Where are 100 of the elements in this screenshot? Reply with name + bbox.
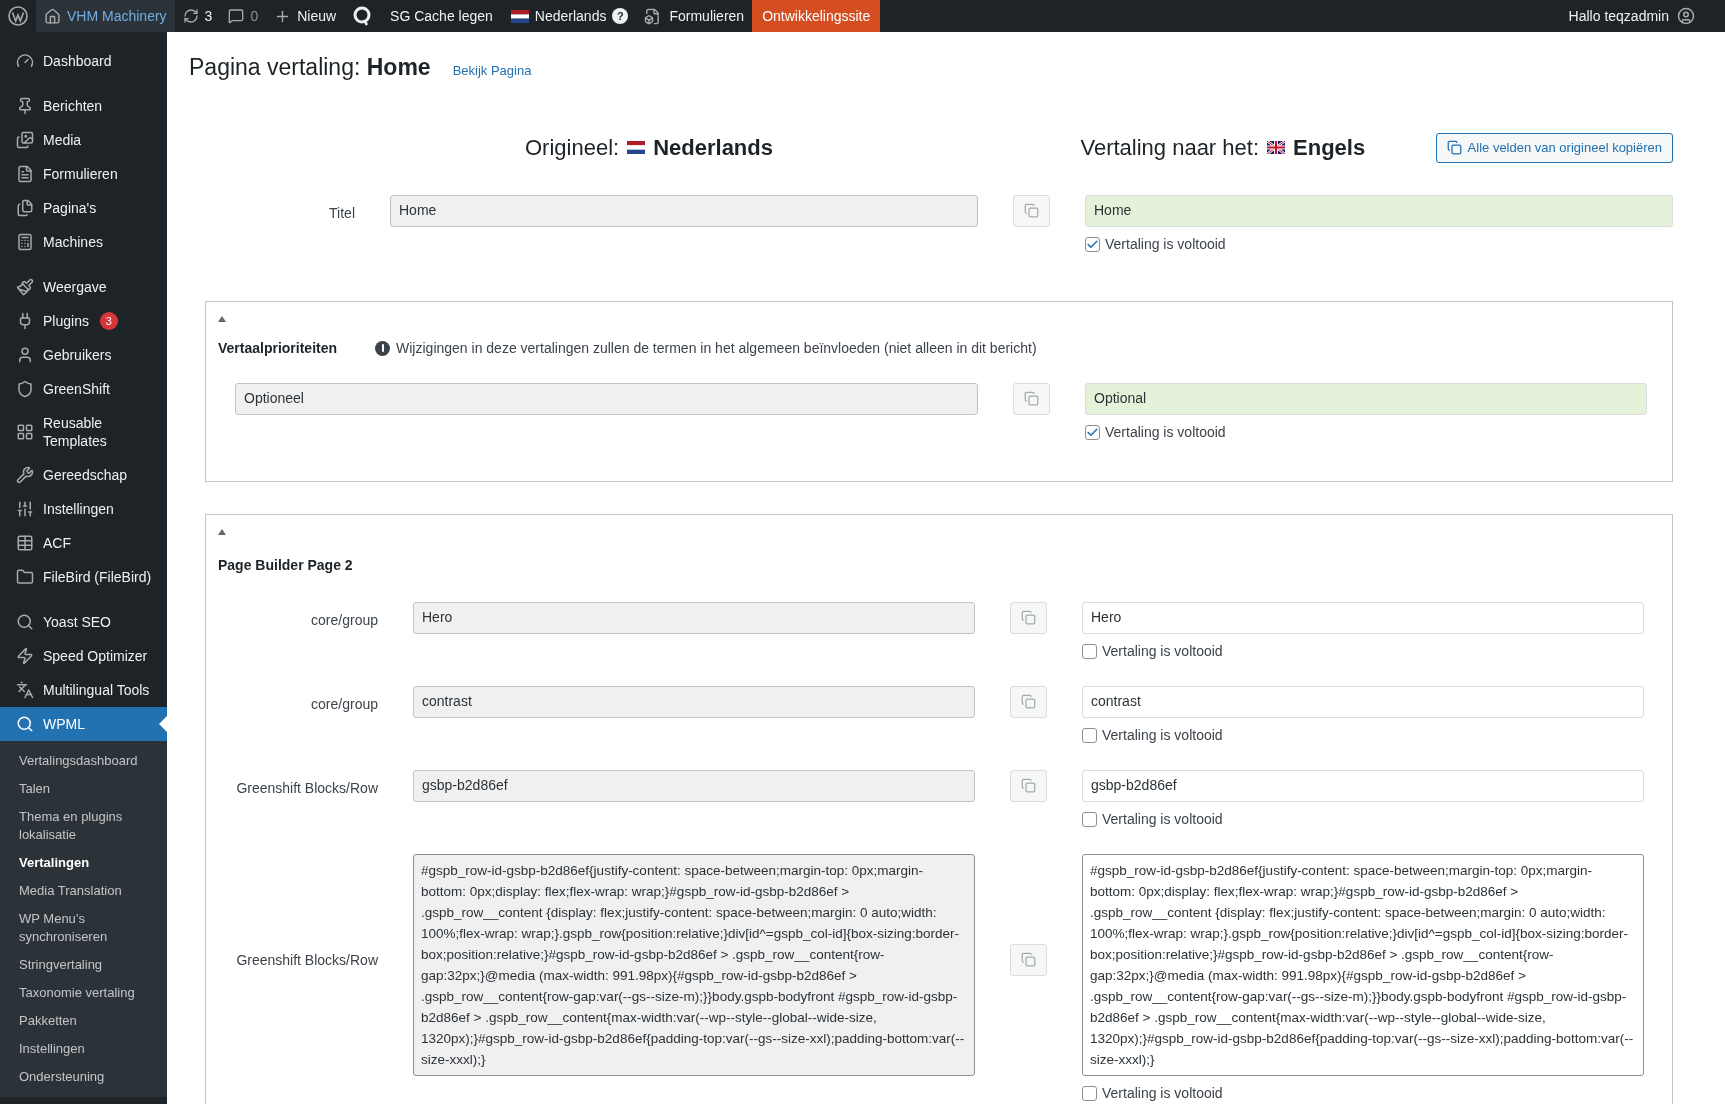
menu-item[interactable]: Speed Optimizer: [0, 639, 167, 673]
submenu-item[interactable]: Talen: [0, 775, 167, 803]
submenu-item[interactable]: Media Translation: [0, 877, 167, 905]
translation-field[interactable]: contrast: [1082, 685, 1644, 718]
table-icon: [16, 534, 34, 552]
shield-icon: [16, 380, 34, 398]
menu-item[interactable]: Media: [0, 123, 167, 157]
images-icon: [16, 131, 34, 149]
copy-button[interactable]: [1013, 194, 1050, 227]
submenu-item[interactable]: Vertalingsdashboard: [0, 747, 167, 775]
copy-button[interactable]: [1010, 601, 1047, 634]
section-title: Vertaalprioriteiten: [218, 338, 338, 358]
menu-item[interactable]: Machines: [0, 225, 167, 259]
menu-item[interactable]: Multilingual Tools: [0, 673, 167, 707]
translation-language-label: Vertaling naar het:: [1080, 134, 1259, 162]
view-page-link[interactable]: Bekijk Pagina: [452, 61, 532, 81]
languages-icon: [16, 681, 34, 699]
menu-item[interactable]: Pagina's: [0, 191, 167, 225]
wrench-icon: [16, 466, 34, 484]
language-switcher[interactable]: Nederlands ?: [502, 0, 637, 32]
checkbox[interactable]: [1082, 811, 1097, 827]
account-link[interactable]: Hallo teqzadmin: [1558, 0, 1705, 32]
submenu-item[interactable]: Thema en plugins lokalisatie: [0, 803, 167, 849]
menu-item[interactable]: ACF: [0, 526, 167, 560]
menu-item[interactable]: GreenShift: [0, 372, 167, 406]
document-icon: [16, 165, 34, 183]
check-icon: [1086, 237, 1099, 251]
submenu-item[interactable]: Pakketten: [0, 1007, 167, 1035]
pages-icon: [16, 199, 34, 217]
checkbox[interactable]: [1082, 643, 1097, 659]
copy-all-button[interactable]: Alle velden van origineel kopiëren: [1435, 132, 1673, 163]
original-textarea[interactable]: #gspb_row-id-gsbp-b2d86ef{justify-content: space-between;margin-top: 0px;margin-bottom: 0px;display: flex;flex-wrap: wrap;}#gspb_row-id-gsbp-b2d86ef > .gspb_row__content {display: flex;justify-content: space-between;margin: 0 auto;width: 100%;flex-wrap: wrap;}.gspb_row{position:relative;}div[id^=gspb_col-id]{box-sizing:border-box;position:relative;}#gspb_row-id-gsbp-b2d86ef > .gspb_row__content{row-gap:32px;}@media (max-width: 991.98px){#gspb_row-id-gsbp-b2d86ef > .gspb_row__content{row-gap:var(--gs--size-m);}}body.gspb-bodyfront #gspb_row-id-gsbp-b2d86ef > .gspb_row__content{max-width:var(--wp--style--global--wide-size, 1320px);}#gspb_row-id-gsbp-b2d86ef{padding-top:var(--gs--size-xxl);padding-bottom:var(--size-xxxl);}: [413, 853, 975, 1076]
forms-link[interactable]: Formulieren: [636, 0, 753, 32]
uk-flag-icon: [1267, 141, 1285, 154]
avatar-icon: [1677, 7, 1695, 25]
info-icon: [375, 340, 391, 356]
search-icon: [16, 715, 34, 733]
help-badge: ?: [612, 8, 629, 24]
original-field[interactable]: Hero: [413, 601, 975, 634]
checkbox-label: Vertaling is voltooid: [1105, 422, 1226, 442]
translation-field[interactable]: Hero: [1082, 601, 1644, 634]
count-badge: 3: [99, 312, 118, 330]
checkbox[interactable]: [1082, 1085, 1097, 1101]
field-label: Greenshift Blocks/Row: [236, 779, 378, 796]
menu-item[interactable]: Gereedschap: [0, 458, 167, 492]
submenu-item[interactable]: Taxonomie vertaling: [0, 979, 167, 1007]
translation-field[interactable]: Optional: [1085, 382, 1647, 415]
submenu-item[interactable]: Ondersteuning: [0, 1063, 167, 1091]
collapse-triangle-icon[interactable]: [218, 528, 226, 535]
original-field[interactable]: contrast: [413, 685, 975, 718]
menu-item[interactable]: FileBird (FileBird): [0, 560, 167, 594]
original-field[interactable]: Home: [390, 194, 978, 227]
submenu-item[interactable]: Stringvertaling: [0, 951, 167, 979]
updates-link[interactable]: 3: [174, 0, 221, 32]
copy-button[interactable]: [1010, 943, 1047, 976]
submenu-item[interactable]: Instellingen: [0, 1035, 167, 1063]
copy-icon: [1024, 203, 1039, 218]
original-field[interactable]: gsbp-b2d86ef: [413, 769, 975, 802]
menu-item[interactable]: Plugins 3: [0, 304, 167, 338]
checkbox[interactable]: [1085, 424, 1100, 440]
translation-field[interactable]: Home: [1085, 194, 1673, 227]
menu-item[interactable]: Yoast SEO: [0, 605, 167, 639]
menu-item[interactable]: Weergave: [0, 270, 167, 304]
menu-item[interactable]: Reusable Templates: [0, 406, 167, 458]
new-link[interactable]: Nieuw: [266, 0, 345, 32]
collapse-triangle-icon[interactable]: [218, 315, 226, 322]
notice-text: Wijzigingen in deze vertalingen zullen de termen in het algemeen beïnvloeden (niet alleen in dit bericht): [396, 338, 1037, 358]
checkbox[interactable]: [1082, 727, 1097, 743]
dutch-flag-icon: [627, 141, 646, 154]
menu-item[interactable]: Berichten: [0, 89, 167, 123]
copy-icon: [1021, 610, 1036, 625]
calculator-icon: [16, 233, 34, 251]
copy-button[interactable]: [1010, 685, 1047, 718]
translation-textarea[interactable]: #gspb_row-id-gsbp-b2d86ef{justify-content: space-between;margin-top: 0px;margin-bottom: 0px;display: flex;flex-wrap: wrap;}#gspb_row-id-gsbp-b2d86ef > .gspb_row__content {display: flex;justify-content: space-between;margin: 0 auto;width: 100%;flex-wrap: wrap;}.gspb_row{position:relative;}div[id^=gspb_col-id]{box-sizing:border-box;position:relative;}#gspb_row-id-gsbp-b2d86ef > .gspb_row__content{row-gap:32px;}@media (max-width: 991.98px){#gspb_row-id-gsbp-b2d86ef > .gspb_row__content{row-gap:var(--gs--size-m);}}body.gspb-bodyfront #gspb_row-id-gsbp-b2d86ef > .gspb_row__content{max-width:var(--wp--style--global--wide-size, 1320px);}#gspb_row-id-gsbp-b2d86ef{padding-top:var(--gs--size-xxl);padding-bottom:var(--size-xxxl);}: [1082, 853, 1644, 1076]
menu-item[interactable]: WPML: [0, 707, 167, 741]
comments-link[interactable]: 0: [220, 0, 267, 32]
original-language: Nederlands: [653, 134, 773, 162]
translation-field[interactable]: gsbp-b2d86ef: [1082, 769, 1644, 802]
page-title: Pagina vertaling: Home: [189, 53, 431, 82]
original-field[interactable]: Optioneel: [235, 382, 978, 415]
translation-language: Engels: [1293, 134, 1366, 162]
menu-item[interactable]: Dashboard: [0, 44, 167, 78]
checkbox-label: Vertaling is voltooid: [1102, 641, 1223, 661]
copy-button[interactable]: [1013, 382, 1050, 415]
site-link[interactable]: VHM Machinery: [36, 0, 175, 32]
copy-button[interactable]: [1010, 769, 1047, 802]
environment-link[interactable]: Ontwikkelingssite: [752, 0, 881, 32]
gauge-icon: [16, 52, 34, 70]
cache-link[interactable]: SG Cache legen: [380, 0, 503, 32]
pin-icon: [16, 97, 34, 115]
sliders-icon: [16, 500, 34, 518]
submenu-item[interactable]: WP Menu’s synchroniseren: [0, 905, 167, 951]
checkbox[interactable]: [1085, 236, 1100, 252]
field-label: core/group: [311, 695, 378, 712]
menu-item[interactable]: Gebruikers: [0, 338, 167, 372]
menu-item[interactable]: Formulieren: [0, 157, 167, 191]
field-label: Greenshift Blocks/Row: [236, 951, 378, 968]
submenu-item[interactable]: Vertalingen: [0, 849, 167, 877]
menu-item[interactable]: Instellingen: [0, 492, 167, 526]
brush-icon: [16, 278, 34, 296]
